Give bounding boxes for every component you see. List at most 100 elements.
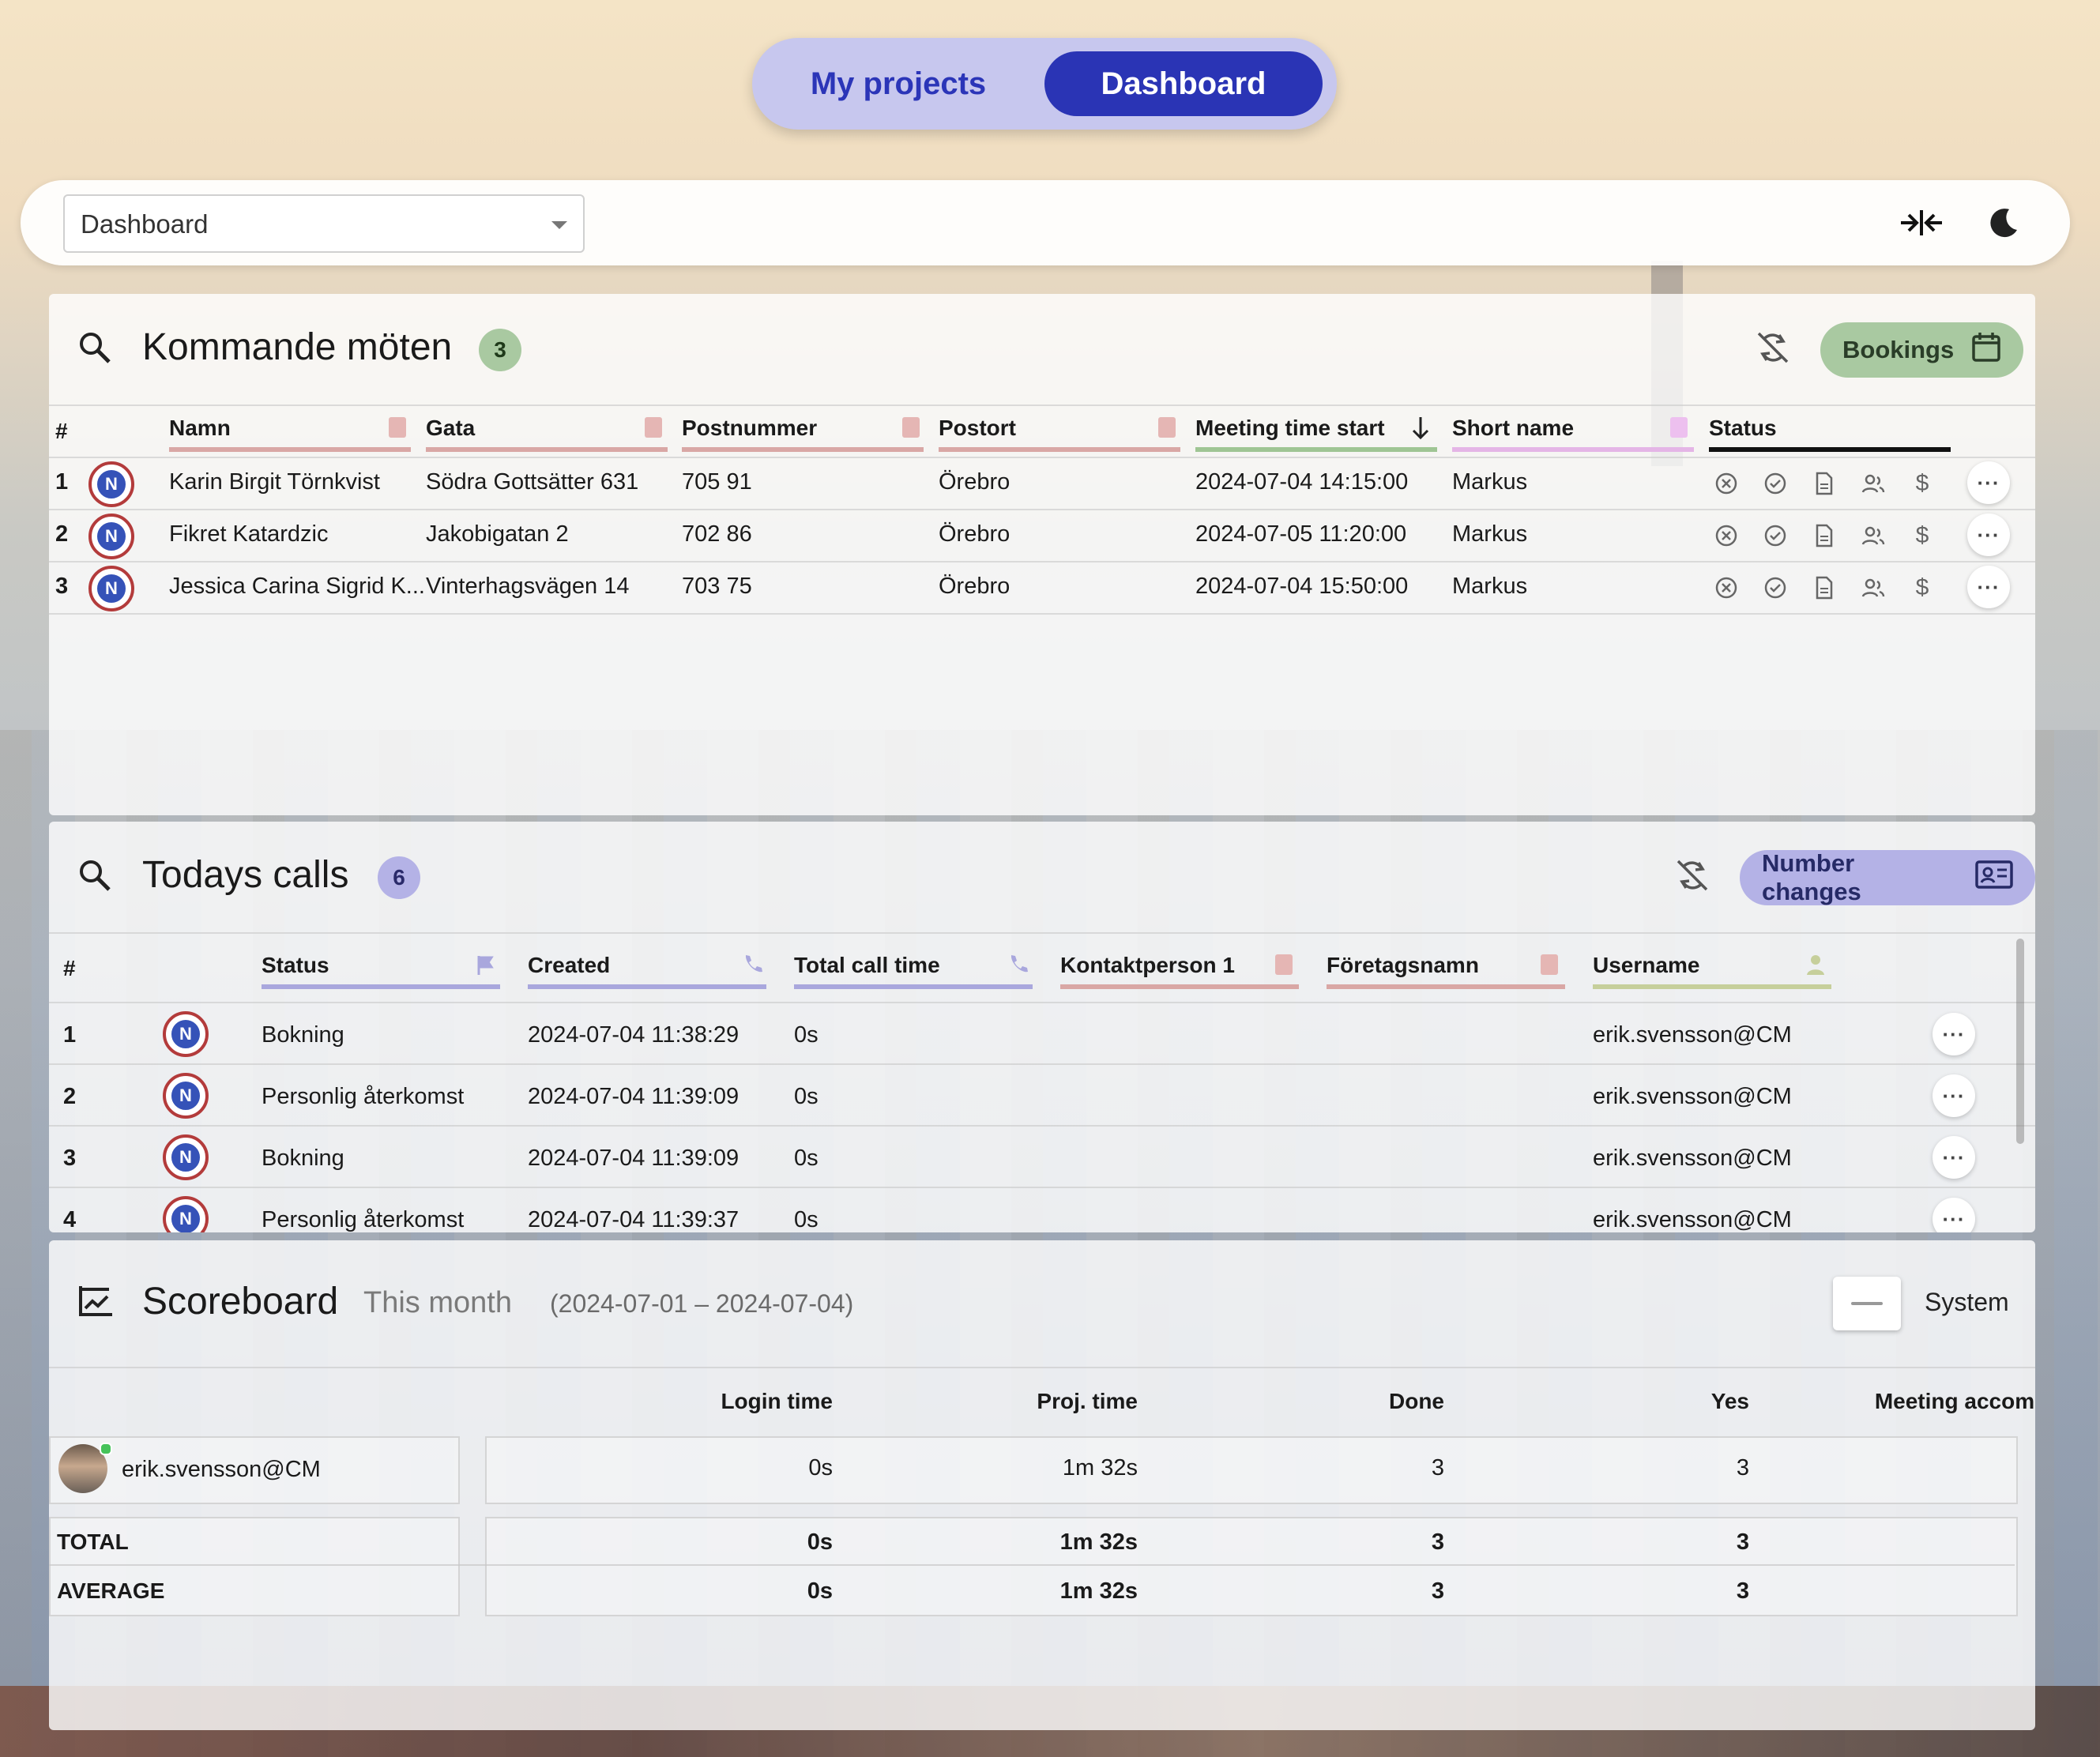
- phone-icon: [741, 953, 763, 979]
- more-options-button[interactable]: ···: [1933, 1198, 1975, 1232]
- cancel-circle-icon[interactable]: [1713, 470, 1740, 497]
- search-icon[interactable]: [77, 330, 112, 369]
- col-status[interactable]: Status: [262, 953, 329, 978]
- more-options-button[interactable]: ···: [1967, 461, 2010, 504]
- value-meeting-accomp: 0: [1754, 1455, 2035, 1481]
- cell-status: Bokning: [262, 1022, 344, 1048]
- company-logo: N: [163, 1073, 209, 1119]
- col-done: Done: [1389, 1389, 1444, 1413]
- scoreboard-period[interactable]: This month: [363, 1286, 512, 1320]
- tab-dashboard[interactable]: Dashboard: [1044, 51, 1323, 116]
- bookings-label: Bookings: [1842, 336, 1955, 363]
- dashboard-select-value: Dashboard: [81, 209, 209, 239]
- row-number: 2: [63, 1084, 77, 1109]
- sync-off-icon[interactable]: [1675, 858, 1710, 897]
- bookings-button[interactable]: Bookings: [1820, 322, 2024, 378]
- users-icon[interactable]: [1860, 470, 1887, 497]
- table-row[interactable]: 3 N Bokning 2024-07-04 11:39:09 0s erik.…: [49, 1125, 2035, 1188]
- dashboard-select[interactable]: Dashboard: [63, 194, 585, 253]
- col-foretagsnamn[interactable]: Företagsnamn: [1327, 953, 1479, 978]
- user-icon: [1806, 954, 1825, 979]
- table-row[interactable]: 3 N Jessica Carina Sigrid K... Vinterhag…: [49, 561, 2035, 615]
- meetings-title: Kommande möten: [142, 326, 453, 368]
- search-icon[interactable]: [77, 858, 112, 897]
- col-index: #: [63, 956, 76, 980]
- dollar-icon[interactable]: $: [1909, 522, 1936, 549]
- table-row[interactable]: 4 N Personlig återkomst 2024-07-04 11:39…: [49, 1187, 2035, 1232]
- users-icon[interactable]: [1860, 574, 1887, 601]
- col-kontakt-underline: [1060, 984, 1299, 989]
- chevron-down-icon: [551, 221, 567, 229]
- contact-icon: [389, 417, 406, 438]
- check-circle-icon[interactable]: [1762, 470, 1789, 497]
- col-gata[interactable]: Gata: [426, 416, 475, 441]
- col-created[interactable]: Created: [528, 953, 610, 978]
- system-label: System: [1925, 1288, 2009, 1316]
- value-done: 3: [1431, 1455, 1444, 1480]
- scoreboard-username: erik.svensson@CM: [122, 1457, 321, 1482]
- col-short-underline: [1452, 447, 1694, 452]
- cancel-circle-icon[interactable]: [1713, 522, 1740, 549]
- check-circle-icon[interactable]: [1762, 522, 1789, 549]
- cell-postort: Örebro: [939, 574, 1010, 599]
- col-status-underline: [262, 984, 500, 989]
- col-postnummer-underline: [682, 447, 924, 452]
- more-options-button[interactable]: ···: [1967, 566, 2010, 608]
- cell-postort: Örebro: [939, 521, 1010, 547]
- value-proj-time: 1m 32s: [1062, 1455, 1138, 1480]
- document-icon[interactable]: [1811, 522, 1838, 549]
- cell-username: erik.svensson@CM: [1593, 1084, 1792, 1109]
- col-postnummer[interactable]: Postnummer: [682, 416, 817, 441]
- col-gata-underline: [426, 447, 668, 452]
- total-login-time: 0s: [807, 1529, 833, 1555]
- cancel-circle-icon[interactable]: [1713, 574, 1740, 601]
- col-postort[interactable]: Postort: [939, 416, 1016, 441]
- top-toolbar: Dashboard: [21, 180, 2070, 265]
- dollar-icon[interactable]: $: [1909, 470, 1936, 497]
- number-changes-button[interactable]: Number changes: [1740, 849, 2035, 905]
- col-namn[interactable]: Namn: [169, 416, 231, 441]
- cell-created: 2024-07-04 11:38:29: [528, 1022, 740, 1048]
- more-options-button[interactable]: ···: [1967, 514, 2010, 556]
- sort-down-arrow-icon[interactable]: [1411, 416, 1430, 445]
- cell-gata: Vinterhagsvägen 14: [426, 574, 630, 599]
- cell-status: Bokning: [262, 1146, 344, 1171]
- table-row[interactable]: 1 N Karin Birgit Törnkvist Södra Gottsät…: [49, 457, 2035, 509]
- contact-icon: [1541, 954, 1558, 975]
- collapse-icon[interactable]: [1899, 201, 1944, 245]
- scrollbar[interactable]: [2016, 939, 2024, 1144]
- col-meeting-time-start[interactable]: Meeting time start: [1195, 416, 1385, 441]
- document-icon[interactable]: [1811, 574, 1838, 601]
- cell-gata: Jakobigatan 2: [426, 521, 569, 547]
- col-username[interactable]: Username: [1593, 953, 1699, 978]
- scoreboard-user-row[interactable]: erik.svensson@CM: [49, 1436, 460, 1504]
- tab-my-projects[interactable]: My projects: [752, 51, 1044, 116]
- contact-card-icon: [1670, 417, 1688, 438]
- more-options-button[interactable]: ···: [1933, 1136, 1975, 1179]
- col-short-name[interactable]: Short name: [1452, 416, 1574, 441]
- col-total-call-time[interactable]: Total call time: [794, 953, 940, 978]
- cell-time: 2024-07-04 15:50:00: [1195, 574, 1409, 599]
- more-options-button[interactable]: ···: [1933, 1013, 1975, 1055]
- sync-off-icon[interactable]: [1756, 330, 1790, 369]
- total-done: 3: [1431, 1529, 1444, 1555]
- company-logo: N: [163, 1196, 209, 1232]
- more-options-button[interactable]: ···: [1933, 1074, 1975, 1117]
- document-icon[interactable]: [1811, 470, 1838, 497]
- check-circle-icon[interactable]: [1762, 574, 1789, 601]
- cell-created: 2024-07-04 11:39:09: [528, 1146, 740, 1171]
- cell-postnummer: 703 75: [682, 574, 752, 599]
- users-icon[interactable]: [1860, 522, 1887, 549]
- system-logo[interactable]: [1833, 1277, 1901, 1330]
- view-toggle: My projects Dashboard: [752, 38, 1337, 130]
- total-proj-time: 1m 32s: [1059, 1529, 1138, 1555]
- average-login-time: 0s: [807, 1578, 833, 1604]
- dollar-icon[interactable]: $: [1909, 574, 1936, 601]
- table-row[interactable]: 2 N Fikret Katardzic Jakobigatan 2 702 8…: [49, 509, 2035, 561]
- col-kontaktperson[interactable]: Kontaktperson 1: [1060, 953, 1235, 978]
- dark-mode-moon-icon[interactable]: [1981, 201, 2026, 245]
- col-status-underline: [1709, 447, 1951, 452]
- col-status[interactable]: Status: [1709, 416, 1777, 441]
- table-row[interactable]: 2 N Personlig återkomst 2024-07-04 11:39…: [49, 1063, 2035, 1127]
- table-row[interactable]: 1 N Bokning 2024-07-04 11:38:29 0s erik.…: [49, 1002, 2035, 1065]
